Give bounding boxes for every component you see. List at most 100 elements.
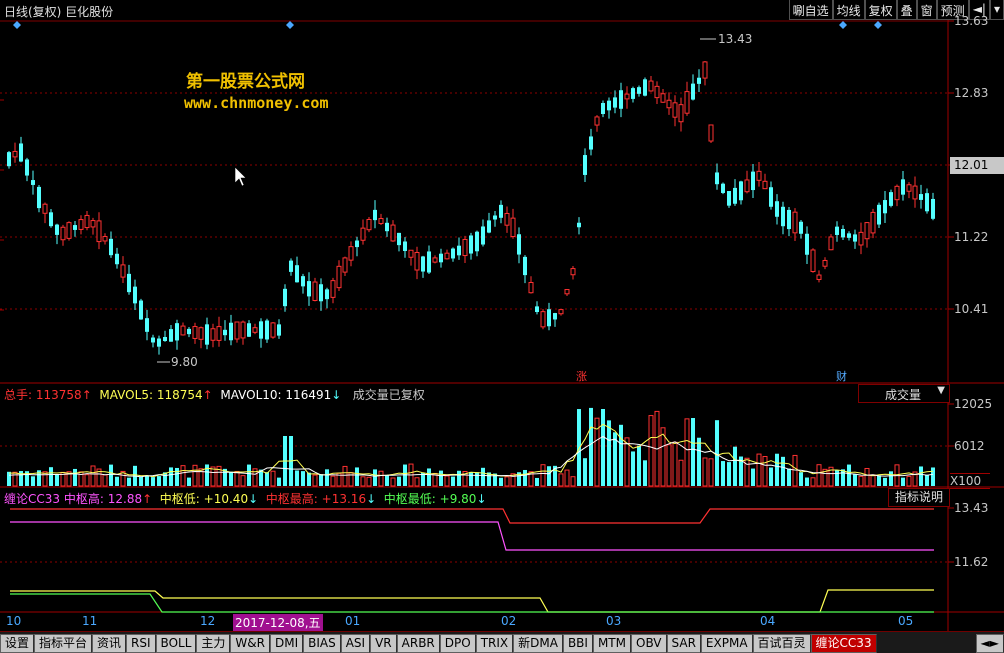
indicator-help-button[interactable]: 指标说明 — [888, 488, 950, 507]
indicator-select[interactable]: 成交量 ▼ — [858, 384, 950, 403]
candle-body — [792, 211, 798, 234]
volume-bar — [157, 476, 161, 486]
volume-bar — [360, 476, 366, 487]
candle-body — [589, 136, 593, 150]
candle-body — [822, 259, 828, 267]
candle-body — [906, 184, 912, 192]
volume-bar — [102, 474, 108, 487]
candle-body — [307, 281, 311, 297]
moving-average-button[interactable]: 均线 — [832, 0, 865, 20]
volume-bar — [277, 477, 281, 486]
restore-rights-button[interactable]: 复权 — [864, 0, 897, 20]
chart-canvas[interactable] — [0, 0, 1004, 631]
tab-13[interactable]: TRIX — [475, 634, 514, 653]
volume-bar — [906, 475, 912, 487]
tab-12[interactable]: DPO — [439, 634, 476, 653]
chevron-down-icon[interactable]: ▼ — [937, 385, 945, 396]
event-badge[interactable]: 涨 — [576, 368, 587, 384]
candle-body — [312, 281, 318, 301]
tab-scroll-icon[interactable]: ◄► — [975, 634, 1004, 653]
candle-body — [247, 323, 251, 337]
volume-bar — [295, 470, 299, 486]
volume-bar — [564, 469, 570, 487]
volume-bar — [570, 476, 576, 487]
tab-21[interactable]: 缠论CC33 — [810, 634, 877, 653]
volume-bar — [469, 471, 473, 486]
tab-3[interactable]: RSI — [126, 634, 156, 653]
candle-body — [355, 240, 359, 248]
candle-body — [858, 231, 864, 246]
candle-body — [19, 143, 23, 162]
volume-bar — [577, 409, 581, 486]
tab-14[interactable]: 新DMA — [513, 634, 563, 653]
down-arrow-icon: ↓ — [366, 492, 377, 506]
volume-bar — [151, 477, 155, 486]
candle-body — [378, 218, 384, 224]
tab-7[interactable]: DMI — [269, 634, 304, 653]
tab-11[interactable]: ARBR — [396, 634, 440, 653]
volume-bar — [205, 464, 209, 486]
indicator-name: 缠论CC33 — [4, 492, 61, 506]
volume-note: 成交量已复权 — [352, 388, 425, 402]
candle-body — [841, 228, 845, 238]
candle-body — [528, 281, 534, 294]
tab-19[interactable]: EXPMA — [700, 634, 753, 653]
indicator-legend: 缠论CC33 中枢高: 12.88↑ 中枢低: +10.40↓ 中枢最高: +1… — [4, 490, 487, 507]
candle-body — [432, 257, 438, 263]
add-watchlist-button[interactable]: 唰自选 — [788, 0, 833, 20]
candle-body — [102, 236, 108, 242]
candle-body — [223, 329, 227, 336]
price-axis-label: 11.22 — [954, 230, 989, 244]
volume-bar — [607, 420, 611, 486]
tab-16[interactable]: MTM — [592, 634, 631, 653]
volume-bar — [499, 477, 503, 486]
tab-10[interactable]: VR — [370, 634, 397, 653]
candle-body — [37, 186, 41, 209]
indicator-axis-label: 13.43 — [954, 501, 989, 515]
candle-body — [781, 206, 785, 227]
tab-6[interactable]: W&R — [230, 634, 270, 653]
event-badge[interactable]: 财 — [836, 368, 847, 384]
candle-body — [25, 159, 29, 176]
candle-body — [270, 322, 276, 338]
volume-unit: X100 — [950, 473, 990, 489]
tab-5[interactable]: 主力 — [196, 634, 231, 653]
legend-value: 118754 — [156, 388, 203, 402]
tab-9[interactable]: ASI — [340, 634, 371, 653]
candle-body — [570, 268, 576, 276]
volume-bar — [330, 475, 336, 487]
tab-20[interactable]: 百试百灵 — [752, 634, 811, 653]
tab-1[interactable]: 指标平台 — [34, 634, 93, 653]
indicator-tab-bar: 设置 指标平台 资讯 RSI BOLL 主力 W&R DMI BIAS ASI VR ARBR DPO T… — [0, 631, 1004, 653]
volume-bar — [139, 476, 143, 486]
tab-4[interactable]: BOLL — [155, 634, 197, 653]
tab-17[interactable]: OBV — [631, 634, 667, 653]
volume-axis-label: 12025 — [954, 397, 993, 411]
current-price-tag: 12.01 — [950, 157, 1004, 174]
x-axis-label: 05 — [898, 614, 914, 628]
volume-bar — [12, 471, 18, 487]
tab-18[interactable]: SAR — [666, 634, 701, 653]
candle-body — [96, 220, 102, 243]
tab-2[interactable]: 资讯 — [92, 634, 127, 653]
overlay-button[interactable]: 叠 — [896, 0, 917, 20]
candle-body — [889, 192, 893, 206]
volume-bar — [355, 467, 359, 486]
volume-bar — [390, 477, 396, 487]
volume-bar — [475, 472, 479, 486]
tab-0[interactable]: 设置 — [0, 634, 35, 653]
candle-body — [678, 104, 684, 123]
candle-body — [870, 211, 876, 234]
volume-bar — [127, 477, 131, 486]
window-button[interactable]: 窗 — [916, 0, 937, 20]
candle-body — [469, 235, 473, 254]
tab-8[interactable]: BIAS — [303, 634, 341, 653]
legend-value: 116491 — [285, 388, 332, 402]
candle-body — [481, 226, 485, 245]
tab-15[interactable]: BBI — [562, 634, 593, 653]
candle-body — [55, 224, 59, 235]
candle-body — [912, 185, 918, 200]
candle-body — [192, 326, 198, 339]
chevron-down-icon[interactable]: ▾ — [989, 0, 1004, 20]
candle-body — [816, 274, 822, 280]
